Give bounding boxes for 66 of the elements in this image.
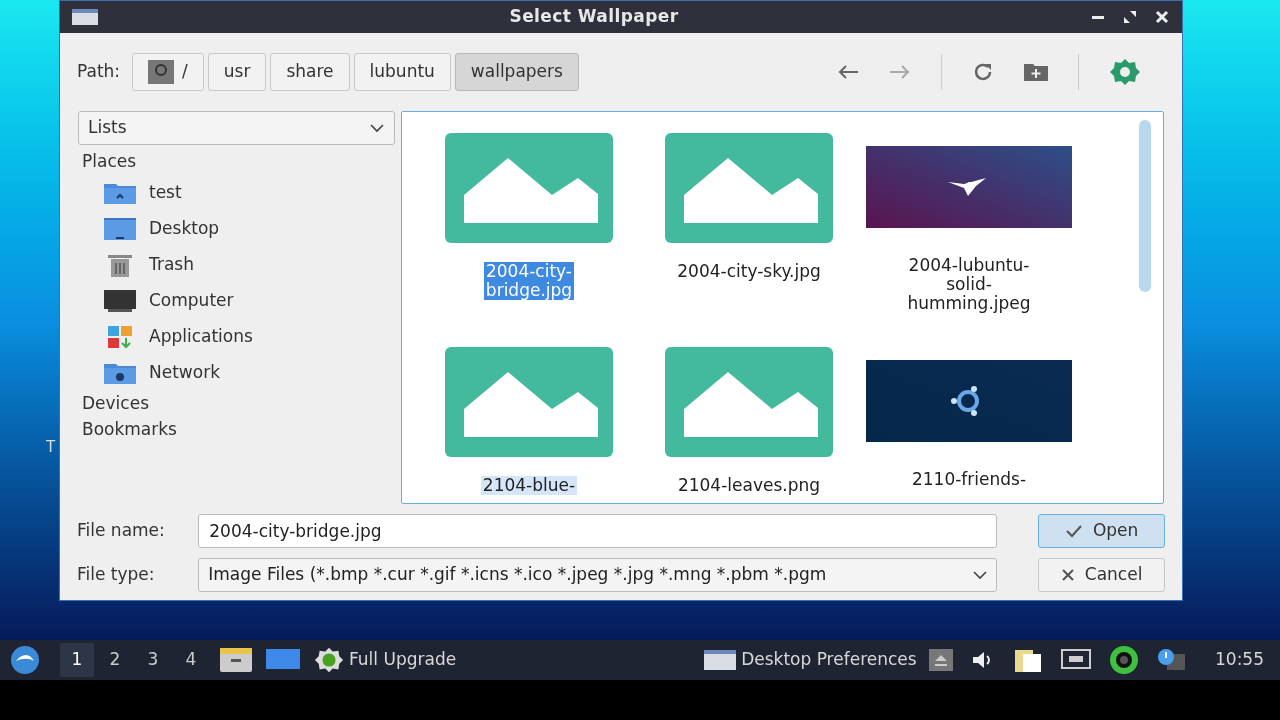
sidebar-item[interactable]: Trash bbox=[78, 247, 395, 283]
close-icon[interactable] bbox=[1154, 9, 1170, 25]
path-segment-button[interactable]: usr bbox=[207, 53, 267, 91]
view-dropdown[interactable]: Lists bbox=[78, 111, 395, 145]
workspace-button[interactable]: 4 bbox=[174, 643, 208, 677]
chevron-down-icon bbox=[971, 570, 988, 580]
sidebar-item[interactable]: Desktop bbox=[78, 211, 395, 247]
new-folder-icon[interactable] bbox=[1024, 63, 1048, 81]
sidebar-item[interactable]: test bbox=[78, 175, 395, 211]
path-label: Path: bbox=[77, 60, 121, 84]
desktop-icon[interactable] bbox=[266, 649, 300, 671]
taskbar-task[interactable]: Full Upgrade bbox=[314, 646, 457, 674]
chevron-down-icon bbox=[369, 123, 385, 133]
clock: 10:55 bbox=[1215, 648, 1264, 672]
file-name-label[interactable]: 2004-city-bridge.jpg bbox=[483, 262, 575, 300]
cross-icon bbox=[1060, 568, 1075, 582]
eject-icon[interactable] bbox=[929, 649, 953, 671]
file-name-input[interactable]: 2004-city-bridge.jpg bbox=[198, 514, 997, 548]
reload-icon[interactable] bbox=[972, 61, 994, 83]
ring-icon[interactable] bbox=[1109, 645, 1139, 675]
file-name-label[interactable]: 2104-blue- bbox=[480, 476, 578, 495]
workspace-button[interactable]: 1 bbox=[60, 643, 94, 677]
file-name-label[interactable]: 2110-friends- bbox=[909, 470, 1029, 489]
sidebar-section-header[interactable]: Bookmarks bbox=[78, 417, 395, 443]
path-segment-button[interactable]: share bbox=[270, 53, 350, 91]
drive-icon bbox=[148, 60, 175, 84]
gear-icon[interactable] bbox=[1109, 58, 1141, 86]
clipboard-icon[interactable] bbox=[1013, 648, 1043, 672]
workspace-button[interactable]: 2 bbox=[98, 643, 132, 677]
cancel-button[interactable]: Cancel bbox=[1038, 558, 1165, 592]
start-menu-icon[interactable] bbox=[8, 645, 42, 675]
window-icon bbox=[72, 9, 98, 25]
network-icon[interactable] bbox=[1061, 649, 1091, 671]
monitor-icon bbox=[104, 290, 136, 312]
file-name-label[interactable]: 2104-leaves.png bbox=[675, 476, 823, 495]
file-name-label[interactable]: 2004-city-sky.jpg bbox=[675, 262, 823, 281]
notification-icon[interactable] bbox=[1157, 648, 1187, 672]
path-segment-button[interactable]: lubuntu bbox=[353, 53, 451, 91]
network-folder-icon bbox=[104, 362, 136, 384]
file-name-label[interactable]: 2004-lubuntu-solid-humming.jpeg bbox=[905, 256, 1033, 313]
sidebar-item[interactable]: Computer bbox=[78, 283, 395, 319]
desktop-label: T bbox=[46, 437, 56, 458]
back-arrow-icon[interactable] bbox=[837, 64, 859, 80]
sidebar-section-header[interactable]: Devices bbox=[78, 391, 395, 417]
window-title: Select Wallpaper bbox=[508, 5, 680, 29]
desktop-icon bbox=[104, 218, 136, 240]
sidebar-item[interactable]: Applications bbox=[78, 319, 395, 355]
gear-icon bbox=[314, 646, 344, 674]
sidebar-item[interactable]: Network bbox=[78, 355, 395, 391]
scrollbar-thumb[interactable] bbox=[1139, 120, 1151, 292]
maximize-icon[interactable] bbox=[1122, 9, 1138, 25]
sidebar-section-header[interactable]: Places bbox=[78, 149, 395, 175]
file-manager-icon[interactable] bbox=[220, 648, 252, 672]
file-type-label: File type: bbox=[77, 563, 156, 587]
file-name-label: File name: bbox=[77, 519, 166, 543]
path-segment-button[interactable]: / bbox=[132, 53, 204, 91]
open-button[interactable]: Open bbox=[1038, 514, 1165, 548]
path-segment-button[interactable]: wallpapers bbox=[454, 53, 579, 91]
workspace-button[interactable]: 3 bbox=[136, 643, 170, 677]
applications-icon bbox=[107, 325, 133, 349]
file-type-dropdown[interactable]: Image Files (*.bmp *.cur *.gif *.icns *.ico *.jpeg *.jpg *.mng *.pbm *.pgm bbox=[198, 558, 997, 592]
checkmark-icon bbox=[1064, 524, 1083, 538]
taskbar-task[interactable]: Desktop Preferences bbox=[704, 647, 917, 673]
home-folder-icon bbox=[104, 182, 136, 204]
trash-icon bbox=[107, 253, 133, 277]
window-icon bbox=[704, 650, 737, 670]
